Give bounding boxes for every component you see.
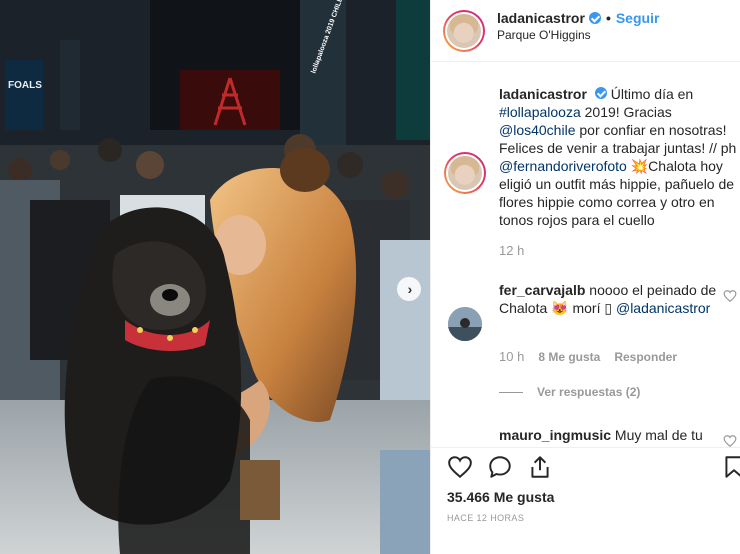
mention-link[interactable]: @fernandoriverofoto — [499, 158, 627, 174]
verified-badge-icon — [588, 12, 601, 24]
author-username[interactable]: ladanicastror — [497, 10, 585, 26]
like-icon[interactable] — [447, 454, 473, 480]
caption-verified-badge-icon — [594, 87, 607, 99]
reply-button[interactable]: Responder — [614, 350, 677, 364]
save-icon[interactable] — [721, 454, 740, 480]
separator-dot: • — [605, 10, 611, 26]
caption-text: ladanicastror Último día en #lollapalooz… — [499, 85, 739, 229]
cat-emoji: 😻 — [551, 300, 569, 316]
comment-likes[interactable]: 8 Me gusta — [538, 350, 600, 364]
location-link[interactable]: Parque O'Higgins — [497, 28, 591, 42]
caption-part: 2019! Gracias — [580, 104, 672, 120]
concert-photo-illustration: FOALS lollapalooza 2019 CHILE — [0, 0, 430, 554]
comment-like-icon-2[interactable] — [723, 434, 737, 447]
comment-like-icon[interactable] — [723, 289, 737, 303]
comment-text-2: mauro_ingmusic Muy mal de tu — [499, 426, 729, 444]
comment-part-2: Muy mal de tu — [614, 427, 703, 443]
hashtag-link[interactable]: #lollapalooza — [499, 104, 581, 120]
view-replies-button[interactable]: Ver respuestas (2) — [499, 385, 640, 399]
post-header: ladanicastror • Seguir Parque O'Higgins — [431, 0, 740, 62]
post-details-panel: ladanicastror • Seguir Parque O'Higgins … — [430, 0, 740, 554]
next-arrow-icon: › — [407, 281, 413, 297]
follow-button[interactable]: Seguir — [616, 10, 660, 26]
unsupported-glyph: ▯ — [604, 300, 613, 316]
next-photo-button[interactable]: › — [397, 277, 421, 301]
comment-icon[interactable] — [487, 454, 513, 480]
mention-link[interactable]: @los40chile — [499, 122, 575, 138]
likes-count[interactable]: 35.466 Me gusta — [447, 489, 554, 505]
author-row: ladanicastror • Seguir — [497, 10, 659, 26]
comment-meta: 10 h 8 Me gusta Responder — [499, 349, 677, 364]
post-time-ago: HACE 12 HORAS — [447, 513, 525, 523]
explosion-emoji: 💥 — [630, 158, 649, 174]
post-actions: 35.466 Me gusta HACE 12 HORAS — [431, 447, 740, 554]
commenter-username[interactable]: fer_carvajalb — [499, 282, 585, 298]
caption-username[interactable]: ladanicastror — [499, 86, 587, 102]
share-icon[interactable] — [527, 454, 553, 480]
commenter-username-2[interactable]: mauro_ingmusic — [499, 427, 611, 443]
comment-mention-link[interactable]: @ladanicastror — [616, 300, 710, 316]
commenter-avatar[interactable] — [448, 307, 482, 341]
comment-text: fer_carvajalb noooo el peinado de Chalot… — [499, 281, 721, 317]
comment-time: 10 h — [499, 349, 525, 364]
caption-part: Último día en — [610, 86, 694, 102]
comments-section[interactable]: ladanicastror Último día en #lollapalooz… — [431, 62, 740, 447]
author-avatar[interactable] — [443, 10, 485, 52]
post-photo[interactable]: FOALS lollapalooza 2019 CHILE › — [0, 0, 430, 554]
comment-part: morí — [568, 300, 605, 316]
stage-sign-foals: FOALS — [8, 80, 42, 91]
caption-time: 12 h — [499, 243, 525, 258]
caption-avatar[interactable] — [444, 152, 486, 194]
